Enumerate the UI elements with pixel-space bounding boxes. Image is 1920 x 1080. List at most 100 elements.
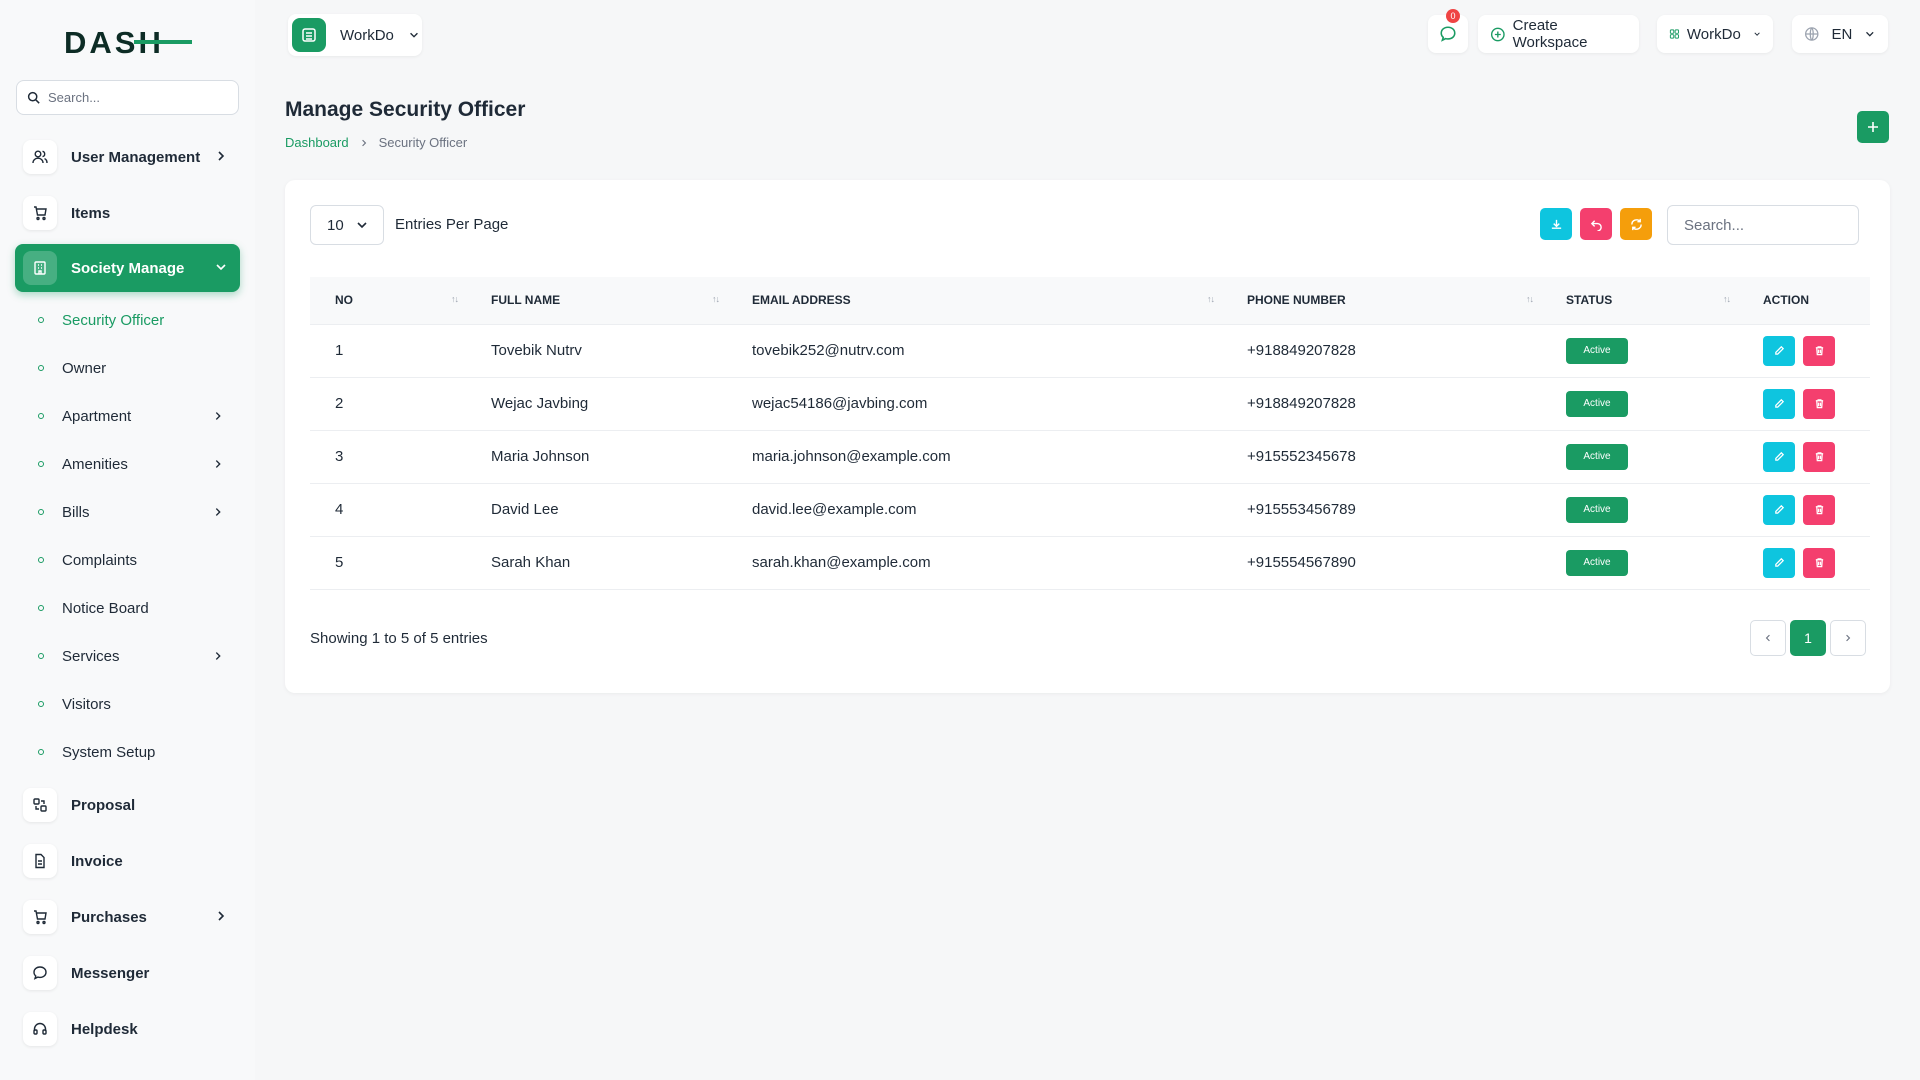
edit-button[interactable] <box>1763 494 1795 525</box>
sidebar-item-messenger[interactable]: Messenger <box>15 949 240 997</box>
bullet-icon <box>38 317 44 323</box>
undo-icon <box>1590 219 1602 231</box>
entries-per-page-value: 10 <box>327 216 344 234</box>
sidebar-subitem-bills[interactable]: Bills <box>38 500 238 524</box>
sidebar-subitem-label: Services <box>62 647 120 665</box>
add-security-officer-button[interactable] <box>1857 111 1889 143</box>
chevron-right-icon <box>215 508 221 516</box>
cell-no: 4 <box>335 501 344 518</box>
column-header-no[interactable]: NO ↑↓ <box>310 277 466 324</box>
sidebar-subitem-label: Owner <box>62 359 107 377</box>
create-workspace-button[interactable]: Create Workspace <box>1478 15 1639 53</box>
pagination-page-button[interactable]: 1 <box>1790 620 1826 656</box>
sidebar-item-label: Proposal <box>71 796 136 814</box>
table-search-input[interactable] <box>1667 205 1859 245</box>
language-label: EN <box>1831 25 1853 43</box>
building-icon <box>23 251 57 285</box>
column-header-email[interactable]: EMAIL ADDRESS ↑↓ <box>727 277 1222 324</box>
column-header-phone[interactable]: PHONE NUMBER ↑↓ <box>1222 277 1541 324</box>
cell-email: wejac54186@javbing.com <box>752 395 928 412</box>
sidebar-subitem-services[interactable]: Services <box>38 644 238 668</box>
sidebar-item-proposal[interactable]: Proposal <box>15 781 240 829</box>
dash-logo[interactable]: DASH <box>64 26 194 60</box>
sidebar-item-label: Items <box>71 204 111 222</box>
delete-button[interactable] <box>1803 547 1835 578</box>
sidebar-item-society-manage[interactable]: Society Manage <box>15 244 240 292</box>
entries-per-page-select[interactable]: 10 <box>310 205 384 245</box>
cart-icon <box>23 900 57 934</box>
workspace-name: WorkDo <box>340 26 394 44</box>
pagination-prev-button[interactable] <box>1750 620 1786 656</box>
pencil-icon <box>1774 345 1784 355</box>
column-header-label: EMAIL ADDRESS <box>752 293 851 308</box>
language-selector[interactable]: EN <box>1792 15 1888 53</box>
sidebar-item-invoice[interactable]: Invoice <box>15 837 240 885</box>
delete-button[interactable] <box>1803 335 1835 366</box>
messages-button[interactable]: 0 <box>1428 9 1468 53</box>
edit-button[interactable] <box>1763 335 1795 366</box>
cell-email: tovebik252@nutrv.com <box>752 342 905 359</box>
column-header-status[interactable]: STATUS ↑↓ <box>1541 277 1738 324</box>
sidebar-item-helpdesk[interactable]: Helpdesk <box>15 1005 240 1053</box>
sidebar-subitem-complaints[interactable]: Complaints <box>38 548 238 572</box>
sidebar-subitem-amenities[interactable]: Amenities <box>38 452 238 476</box>
chevron-down-icon <box>409 32 418 38</box>
sidebar-subitem-system-setup[interactable]: System Setup <box>38 740 238 764</box>
sort-icon: ↑↓ <box>1723 294 1731 304</box>
sidebar-search[interactable]: Search... <box>16 80 239 115</box>
sidebar-item-user-management[interactable]: User Management <box>15 133 240 181</box>
edit-button[interactable] <box>1763 441 1795 472</box>
chevron-right-icon <box>218 911 225 921</box>
sidebar-subitem-apartment[interactable]: Apartment <box>38 404 238 428</box>
sidebar-item-purchases[interactable]: Purchases <box>15 893 240 941</box>
pencil-icon <box>1774 451 1784 461</box>
sort-icon: ↑↓ <box>712 294 720 304</box>
table-row: 3 Maria Johnson maria.johnson@example.co… <box>310 430 1870 483</box>
delete-button[interactable] <box>1803 388 1835 419</box>
edit-button[interactable] <box>1763 547 1795 578</box>
sidebar: DASH Search... User Management Items Soc… <box>0 0 255 1080</box>
undo-button[interactable] <box>1580 208 1612 240</box>
chevron-right-icon <box>1846 634 1851 642</box>
column-header-full-name[interactable]: FULL NAME ↑↓ <box>466 277 727 324</box>
table-header-row: NO ↑↓ FULL NAME ↑↓ EMAIL ADDRESS ↑↓ PHONE N… <box>310 277 1870 324</box>
cell-email: maria.johnson@example.com <box>752 448 951 465</box>
cell-no: 1 <box>335 342 344 359</box>
cell-action <box>1738 483 1870 536</box>
status-badge: Active <box>1566 549 1628 576</box>
table-row: 5 Sarah Khan sarah.khan@example.com +915… <box>310 536 1870 589</box>
sidebar-subitem-visitors[interactable]: Visitors <box>38 692 238 716</box>
sidebar-subitem-notice-board[interactable]: Notice Board <box>38 596 238 620</box>
page-title: Manage Security Officer <box>285 98 526 121</box>
table-row: 2 Wejac Javbing wejac54186@javbing.com +… <box>310 377 1870 430</box>
sidebar-subitem-security-officer[interactable]: Security Officer <box>38 308 238 332</box>
workspace-switcher[interactable]: WorkDo <box>288 14 422 56</box>
delete-button[interactable] <box>1803 441 1835 472</box>
globe-icon <box>1805 27 1819 41</box>
breadcrumb-dashboard-link[interactable]: Dashboard <box>285 135 349 150</box>
export-button[interactable] <box>1540 208 1572 240</box>
sidebar-item-label: Messenger <box>71 964 150 982</box>
cell-status: Active <box>1541 324 1738 377</box>
create-workspace-label: Create Workspace <box>1512 17 1588 51</box>
refresh-button[interactable] <box>1620 208 1652 240</box>
cell-phone: +918849207828 <box>1247 342 1356 359</box>
sidebar-item-items[interactable]: Items <box>15 189 240 237</box>
bullet-icon <box>38 749 44 755</box>
column-header-action: ACTION <box>1738 277 1870 324</box>
cell-status: Active <box>1541 377 1738 430</box>
chevron-right-icon <box>215 412 221 420</box>
sidebar-subitem-label: Complaints <box>62 551 138 569</box>
sidebar-subitem-label: Visitors <box>62 695 111 713</box>
workspace-menu[interactable]: WorkDo <box>1657 15 1773 53</box>
headset-icon <box>23 1012 57 1046</box>
bullet-icon <box>38 653 44 659</box>
entries-per-page-label: Entries Per Page <box>395 216 509 233</box>
sidebar-item-label: Purchases <box>71 908 147 926</box>
edit-button[interactable] <box>1763 388 1795 419</box>
plus-circle-icon <box>1490 27 1505 41</box>
delete-button[interactable] <box>1803 494 1835 525</box>
sidebar-subitem-owner[interactable]: Owner <box>38 356 238 380</box>
cell-action <box>1738 430 1870 483</box>
pagination-next-button[interactable] <box>1830 620 1866 656</box>
